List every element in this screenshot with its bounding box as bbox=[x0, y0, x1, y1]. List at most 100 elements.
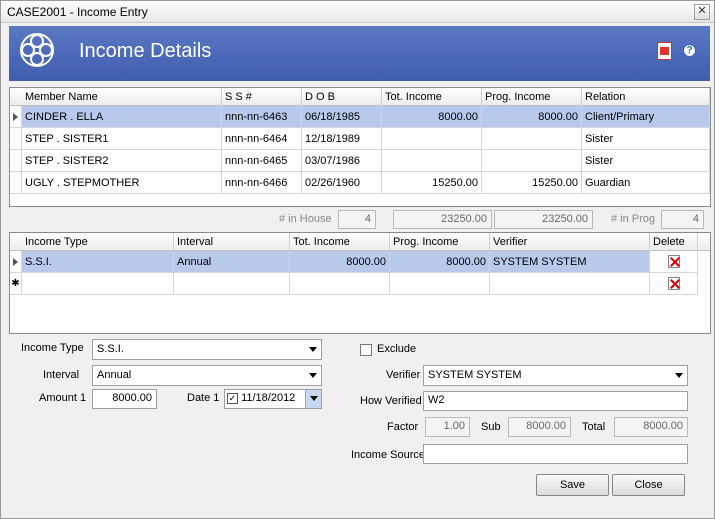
column-header[interactable]: Tot. Income bbox=[382, 88, 482, 106]
income-entry-window: CASE2001 - Income Entry ✕ Income Details… bbox=[0, 0, 715, 519]
table-cell[interactable]: Guardian bbox=[582, 172, 710, 194]
new-row-marker: ✱ bbox=[10, 273, 22, 295]
interval-select[interactable]: Annual bbox=[92, 365, 322, 386]
table-cell[interactable]: UGLY . STEPMOTHER bbox=[22, 172, 222, 194]
income-type-select[interactable]: S.S.I. bbox=[92, 339, 322, 360]
row-header[interactable] bbox=[10, 172, 22, 194]
table-cell[interactable]: nnn-nn-6464 bbox=[222, 128, 302, 150]
header-banner: Income Details ? bbox=[9, 26, 710, 81]
total-input[interactable]: 8000.00 bbox=[614, 417, 688, 437]
amount1-label: Amount 1 bbox=[39, 392, 87, 404]
exclude-checkbox[interactable] bbox=[360, 344, 372, 356]
table-cell[interactable]: 8000.00 bbox=[290, 251, 390, 273]
table-cell[interactable]: Sister bbox=[582, 128, 710, 150]
how-verified-input[interactable]: W2 bbox=[423, 391, 688, 411]
table-cell[interactable]: 03/07/1986 bbox=[302, 150, 382, 172]
table-cell[interactable]: STEP . SISTER2 bbox=[22, 150, 222, 172]
delete-icon[interactable] bbox=[668, 277, 680, 290]
table-cell[interactable]: STEP . SISTER1 bbox=[22, 128, 222, 150]
window-close-button[interactable]: ✕ bbox=[694, 4, 710, 20]
table-cell[interactable]: Client/Primary bbox=[582, 106, 710, 128]
table-cell[interactable]: 8000.00 bbox=[382, 106, 482, 128]
table-cell[interactable]: 12/18/1989 bbox=[302, 128, 382, 150]
table-row[interactable]: UGLY . STEPMOTHER nnn-nn-6466 02/26/1960 15… bbox=[10, 172, 710, 194]
logo-icon bbox=[20, 33, 54, 67]
pdf-icon[interactable] bbox=[657, 42, 672, 60]
column-header[interactable]: Verifier bbox=[490, 233, 650, 251]
save-button[interactable]: Save bbox=[536, 474, 609, 496]
table-cell[interactable]: 8000.00 bbox=[482, 106, 582, 128]
close-button[interactable]: Close bbox=[612, 474, 685, 496]
column-header[interactable]: Income Type bbox=[22, 233, 174, 251]
table-row[interactable]: S.S.I. Annual 8000.00 8000.00 SYSTEM SYSTEM bbox=[10, 251, 710, 273]
total-label: Total bbox=[582, 421, 606, 433]
table-row[interactable]: CINDER . ELLA nnn-nn-6463 06/18/1985 8000.0… bbox=[10, 106, 710, 128]
sub-label: Sub bbox=[481, 421, 501, 433]
column-header[interactable]: Prog. Income bbox=[390, 233, 490, 251]
income-grid-header: Income Type Interval Tot. Income Prog. Inco… bbox=[10, 233, 710, 251]
row-header[interactable] bbox=[10, 128, 22, 150]
calendar-dropdown-icon[interactable] bbox=[305, 390, 321, 408]
table-cell[interactable]: CINDER . ELLA bbox=[22, 106, 222, 128]
how-verified-label: How Verified bbox=[360, 395, 422, 407]
verifier-label: Verifier bbox=[386, 369, 421, 381]
table-cell[interactable]: SYSTEM SYSTEM bbox=[490, 251, 650, 273]
members-grid: Member Name S S # D O B Tot. Income Prog. In… bbox=[9, 87, 711, 207]
sub-input[interactable]: 8000.00 bbox=[508, 417, 571, 437]
table-cell[interactable] bbox=[382, 128, 482, 150]
table-cell[interactable]: 02/26/1960 bbox=[302, 172, 382, 194]
table-cell[interactable]: 15250.00 bbox=[482, 172, 582, 194]
table-cell[interactable] bbox=[382, 150, 482, 172]
table-cell[interactable] bbox=[22, 273, 174, 295]
verifier-value: SYSTEM SYSTEM bbox=[428, 369, 522, 381]
column-header[interactable]: Interval bbox=[174, 233, 290, 251]
column-header[interactable]: Tot. Income bbox=[290, 233, 390, 251]
new-row[interactable]: ✱ bbox=[10, 273, 710, 295]
income-grid: Income Type Interval Tot. Income Prog. Inco… bbox=[9, 232, 711, 334]
table-row[interactable]: STEP . SISTER2 nnn-nn-6465 03/07/1986 Siste… bbox=[10, 150, 710, 172]
chevron-down-icon bbox=[309, 373, 317, 378]
delete-cell bbox=[650, 273, 698, 295]
date1-picker[interactable]: ✓ 11/18/2012 bbox=[224, 389, 322, 409]
help-icon[interactable]: ? bbox=[683, 44, 696, 57]
table-cell[interactable]: 06/18/1985 bbox=[302, 106, 382, 128]
column-header[interactable]: Prog. Income bbox=[482, 88, 582, 106]
house-total-income: 23250.00 bbox=[393, 210, 492, 229]
delete-icon[interactable] bbox=[668, 255, 680, 268]
table-cell[interactable]: Sister bbox=[582, 150, 710, 172]
amount1-input[interactable]: 8000.00 bbox=[92, 389, 157, 409]
chevron-down-icon bbox=[309, 347, 317, 352]
income-type-label: Income Type bbox=[21, 342, 84, 354]
page-title: Income Details bbox=[79, 40, 212, 62]
title-bar: CASE2001 - Income Entry ✕ bbox=[1, 1, 714, 23]
table-cell[interactable]: Annual bbox=[174, 251, 290, 273]
chevron-down-icon bbox=[675, 373, 683, 378]
interval-value: Annual bbox=[97, 369, 132, 381]
table-cell[interactable] bbox=[490, 273, 650, 295]
table-cell[interactable]: 15250.00 bbox=[382, 172, 482, 194]
income-source-input[interactable] bbox=[423, 444, 688, 464]
table-row[interactable]: STEP . SISTER1 nnn-nn-6464 12/18/1989 Siste… bbox=[10, 128, 710, 150]
column-header[interactable]: Member Name bbox=[22, 88, 222, 106]
column-header[interactable]: Relation bbox=[582, 88, 710, 106]
column-header[interactable]: S S # bbox=[222, 88, 302, 106]
exclude-label: Exclude bbox=[377, 343, 417, 355]
row-header[interactable] bbox=[10, 150, 22, 172]
factor-input[interactable]: 1.00 bbox=[425, 417, 470, 437]
table-cell[interactable]: nnn-nn-6463 bbox=[222, 106, 302, 128]
table-cell[interactable] bbox=[482, 150, 582, 172]
table-cell[interactable]: nnn-nn-6466 bbox=[222, 172, 302, 194]
table-cell[interactable]: 8000.00 bbox=[390, 251, 490, 273]
table-cell[interactable]: nnn-nn-6465 bbox=[222, 150, 302, 172]
table-cell[interactable]: S.S.I. bbox=[22, 251, 174, 273]
table-cell[interactable] bbox=[290, 273, 390, 295]
table-cell[interactable] bbox=[174, 273, 290, 295]
house-prog-income: 23250.00 bbox=[494, 210, 593, 229]
date1-checkbox[interactable]: ✓ bbox=[227, 392, 238, 404]
table-cell[interactable] bbox=[482, 128, 582, 150]
window-title: CASE2001 - Income Entry bbox=[7, 5, 148, 19]
column-header[interactable]: Delete bbox=[650, 233, 698, 251]
verifier-select[interactable]: SYSTEM SYSTEM bbox=[423, 365, 688, 386]
column-header[interactable]: D O B bbox=[302, 88, 382, 106]
table-cell[interactable] bbox=[390, 273, 490, 295]
